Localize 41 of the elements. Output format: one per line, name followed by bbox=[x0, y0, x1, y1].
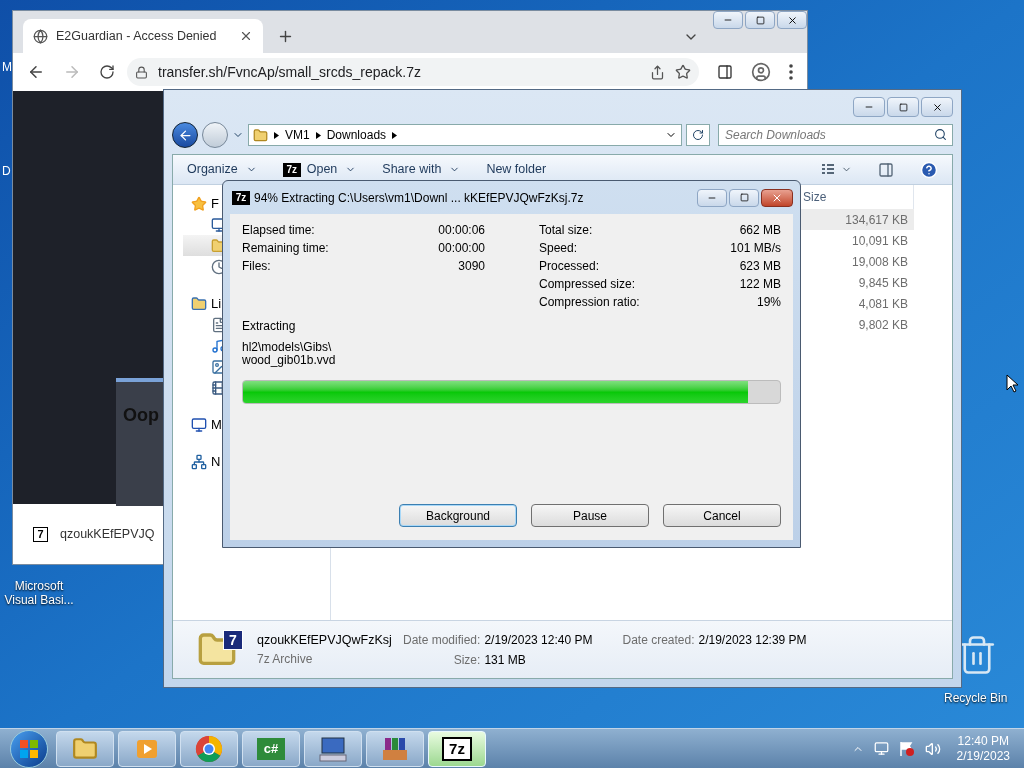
archive-icon: 7z bbox=[282, 162, 301, 177]
stat-value: 623 MB bbox=[738, 258, 781, 275]
tab-title: E2Guardian - Access Denied bbox=[56, 27, 218, 45]
stat-label: Files: bbox=[242, 258, 272, 275]
archive-icon: 7z bbox=[442, 736, 472, 761]
nav-label: Li bbox=[211, 294, 222, 313]
stat-label: Elapsed time: bbox=[242, 222, 316, 239]
stat-label: Processed: bbox=[539, 258, 601, 275]
stat-value: 662 MB bbox=[738, 222, 781, 239]
field-label: Size: bbox=[452, 651, 481, 669]
stat-label: Remaining time: bbox=[242, 240, 330, 257]
file-name: qzoukKEfEPVJQwFzKsj bbox=[257, 632, 389, 650]
file-path: wood_gib01b.vvd bbox=[242, 354, 337, 367]
stat-label: Total size: bbox=[539, 222, 594, 239]
stat-value: 101 MB/s bbox=[730, 240, 781, 257]
stat-value: 3090 bbox=[457, 258, 485, 275]
nav-label: F bbox=[211, 194, 219, 213]
archive-icon: 7 bbox=[33, 526, 48, 542]
field-value: 131 MB bbox=[484, 651, 527, 669]
stat-value: 00:00:00 bbox=[438, 240, 485, 257]
archive-icon: 7z bbox=[232, 190, 250, 205]
file-type: 7z Archive bbox=[257, 650, 314, 668]
stat-label: Compression ratio: bbox=[539, 294, 641, 311]
field-value: 2/19/2023 12:39 PM bbox=[698, 632, 807, 649]
status-text: Extracting bbox=[242, 318, 297, 335]
stat-label: Speed: bbox=[539, 240, 579, 257]
dialog-title: 94% Extracting C:\Users\vm1\Downl ... kKEfEPVJQwFzKsj.7z bbox=[254, 189, 585, 207]
nav-label: N bbox=[211, 452, 221, 471]
field-value: 2/19/2023 12:40 PM bbox=[484, 631, 593, 649]
archive-icon: 7 bbox=[223, 629, 243, 650]
field-label: Date created: bbox=[622, 632, 695, 649]
stat-value: 19% bbox=[755, 294, 781, 311]
page-heading: Oop bbox=[123, 405, 159, 425]
field-label: Date modified: bbox=[403, 631, 481, 649]
csharp-icon: c# bbox=[257, 737, 285, 760]
file-path: hl2\models\Gibs\ bbox=[242, 341, 333, 354]
stat-label: Compressed size: bbox=[539, 276, 637, 293]
url-text: transfer.sh/FvncAp/small_srcds_repack.7z bbox=[158, 62, 422, 82]
nav-label: M bbox=[211, 415, 222, 434]
stat-value: 122 MB bbox=[738, 276, 781, 293]
stat-value: 00:00:06 bbox=[438, 222, 485, 239]
